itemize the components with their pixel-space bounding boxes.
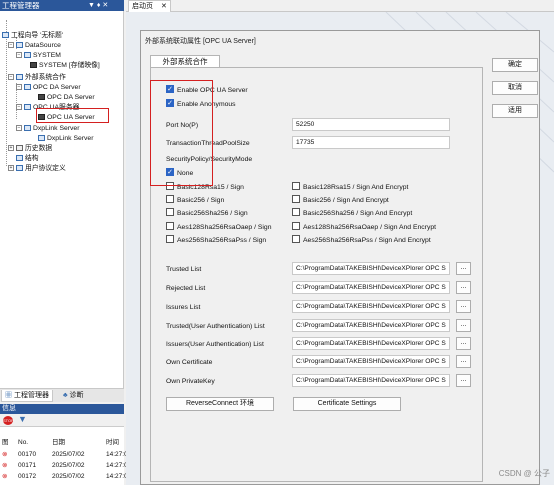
- tree-external-systems[interactable]: − 外部系统合作: [8, 73, 66, 82]
- diagnostics-icon: ♣: [63, 392, 68, 399]
- policy-checkbox[interactable]: Basic128Rsa15 / Sign And Encrypt: [292, 182, 408, 193]
- issuers-list-label: Issures List: [166, 304, 201, 311]
- policy-checkbox[interactable]: Basic256Sha256 / Sign And Encrypt: [292, 208, 412, 219]
- tree-opc-da-group[interactable]: − OPC DA Server: [16, 83, 81, 92]
- tree-history[interactable]: + 历史数据: [8, 144, 52, 153]
- collapse-icon[interactable]: −: [16, 125, 22, 132]
- collapse-icon[interactable]: −: [8, 74, 14, 81]
- reverse-connect-button[interactable]: ReverseConnect 环境: [166, 397, 274, 411]
- info-toolbar: STOP ▼: [0, 414, 124, 427]
- table-row[interactable]: ⊗ 00170 2025/07/02 14:27:06.7: [2, 449, 137, 460]
- device-icon: [24, 52, 31, 59]
- server-group-icon: [24, 84, 31, 91]
- trusted-list-label: Trusted List: [166, 266, 202, 273]
- col-header-icon: 图: [2, 439, 9, 446]
- datasource-icon: [16, 42, 23, 49]
- server-group-icon: [24, 125, 31, 132]
- rejected-list-input[interactable]: C:\ProgramData\TAKEBISHI\DeviceXPlorer O…: [292, 281, 450, 294]
- browse-button[interactable]: ...: [456, 355, 471, 368]
- tab-project-manager[interactable]: ▦ 工程管理器: [1, 390, 53, 402]
- memory-icon: [30, 62, 37, 69]
- tree-dxplink-group[interactable]: − DxpLink Server: [16, 124, 79, 133]
- highlight-security-options: [150, 80, 213, 186]
- expand-icon[interactable]: +: [8, 165, 14, 172]
- tree-system[interactable]: − SYSTEM: [16, 51, 61, 60]
- info-panel-title: 信息: [0, 404, 124, 414]
- tree-structure[interactable]: 结构: [16, 154, 39, 163]
- structure-icon: [16, 155, 23, 162]
- tree-system-storage[interactable]: SYSTEM [存储映像]: [30, 61, 100, 70]
- error-icon: ⊗: [2, 473, 8, 480]
- tree-opc-da-server[interactable]: OPC DA Server: [38, 93, 95, 102]
- browse-button[interactable]: ...: [456, 262, 471, 275]
- policy-checkbox[interactable]: Basic256 / Sign And Encrypt: [292, 195, 389, 206]
- server-icon: [38, 94, 45, 101]
- issuers-user-list-input[interactable]: C:\ProgramData\TAKEBISHI\DeviceXPlorer O…: [292, 337, 450, 350]
- policy-checkbox[interactable]: Basic256Sha256 / Sign: [166, 208, 248, 219]
- project-tree: 工程向导 '无标题' − DataSource − SYSTEM SYSTEM [存…: [0, 11, 124, 388]
- error-icon: ⊗: [2, 451, 8, 458]
- project-icon: [2, 32, 9, 39]
- collapse-icon[interactable]: −: [16, 104, 22, 111]
- link-icon: [38, 135, 45, 142]
- tree-project-root[interactable]: 工程向导 '无标题': [2, 31, 63, 40]
- browse-button[interactable]: ...: [456, 300, 471, 313]
- trusted-list-input[interactable]: C:\ProgramData\TAKEBISHI\DeviceXPlorer O…: [292, 262, 450, 275]
- tab-diagnostics[interactable]: ♣ 诊断: [60, 390, 87, 402]
- ok-button[interactable]: 确定: [492, 58, 538, 72]
- filter-icon[interactable]: ▼: [18, 414, 27, 424]
- error-icon: ⊗: [2, 462, 8, 469]
- watermark: CSDN @ 公子: [498, 469, 550, 478]
- own-private-key-label: Own PrivateKey: [166, 378, 215, 385]
- collapse-icon[interactable]: −: [16, 84, 22, 91]
- policy-checkbox[interactable]: Aes256Sha256RsaPss / Sign: [166, 235, 266, 246]
- policy-checkbox[interactable]: Aes128Sha256RsaOaep / Sign And Encrypt: [292, 222, 436, 233]
- certificate-settings-button[interactable]: Certificate Settings: [293, 397, 401, 411]
- browse-button[interactable]: ...: [456, 319, 471, 332]
- browse-button[interactable]: ...: [456, 337, 471, 350]
- table-row[interactable]: ⊗ 00172 2025/07/02 14:27:06.7: [2, 471, 137, 482]
- collapse-icon[interactable]: −: [16, 52, 22, 59]
- dialog-title: 外部系统联动属性 [OPC UA Server]: [145, 38, 256, 45]
- left-panel-tabs: ▦ 工程管理器 ♣ 诊断: [0, 388, 124, 402]
- collapse-icon[interactable]: −: [8, 42, 14, 49]
- tree-datasource[interactable]: − DataSource: [8, 41, 61, 50]
- trusted-user-list-input[interactable]: C:\ProgramData\TAKEBISHI\DeviceXPlorer O…: [292, 319, 450, 332]
- table-row[interactable]: ⊗ 00171 2025/07/02 14:27:06.7: [2, 460, 137, 471]
- policy-checkbox[interactable]: Aes256Sha256RsaPss / Sign And Encrypt: [292, 235, 431, 246]
- col-header-date: 日期: [52, 439, 65, 446]
- own-certificate-input[interactable]: C:\ProgramData\TAKEBISHI\DeviceXPlorer O…: [292, 355, 450, 368]
- browse-button[interactable]: ...: [456, 281, 471, 294]
- issuers-list-input[interactable]: C:\ProgramData\TAKEBISHI\DeviceXPlorer O…: [292, 300, 450, 313]
- policy-checkbox[interactable]: Basic256 / Sign: [166, 195, 224, 206]
- col-header-no: No.: [18, 439, 29, 446]
- document-tab-strip: [126, 0, 554, 12]
- protocol-icon: [16, 165, 23, 172]
- browse-button[interactable]: ...: [456, 374, 471, 387]
- port-input[interactable]: 52250: [292, 118, 450, 131]
- history-icon: [16, 145, 23, 152]
- cancel-button[interactable]: 取消: [492, 81, 538, 95]
- project-icon: ▦: [5, 392, 12, 399]
- stop-icon[interactable]: STOP: [3, 416, 14, 425]
- close-icon[interactable]: ✕: [161, 3, 167, 10]
- issuers-user-list-label: Issuers(User Authentication) List: [166, 341, 264, 348]
- own-certificate-label: Own Certificate: [166, 359, 213, 366]
- trusted-user-list-label: Trusted(User Authentication) List: [166, 323, 265, 330]
- policy-checkbox[interactable]: Aes128Sha256RsaOaep / Sign: [166, 222, 271, 233]
- info-table: 图 No. 日期 时间 ⊗ 00170 2025/07/02 14:27:06.…: [0, 427, 137, 485]
- external-system-icon: [16, 74, 23, 81]
- own-private-key-input[interactable]: C:\ProgramData\TAKEBISHI\DeviceXPlorer O…: [292, 374, 450, 387]
- highlight-opc-ua-server: [36, 108, 109, 123]
- tree-user-protocol[interactable]: + 用户协议定义: [8, 164, 66, 173]
- thread-pool-input[interactable]: 17735: [292, 136, 450, 149]
- server-group-icon: [24, 104, 31, 111]
- tree-dxplink-server[interactable]: DxpLink Server: [38, 134, 93, 143]
- rejected-list-label: Rejected List: [166, 285, 206, 292]
- expand-icon[interactable]: +: [8, 145, 14, 152]
- apply-button[interactable]: 适用: [492, 104, 538, 118]
- tab-start-page[interactable]: 启动页 ✕: [128, 0, 171, 12]
- col-header-time: 时间: [106, 439, 119, 446]
